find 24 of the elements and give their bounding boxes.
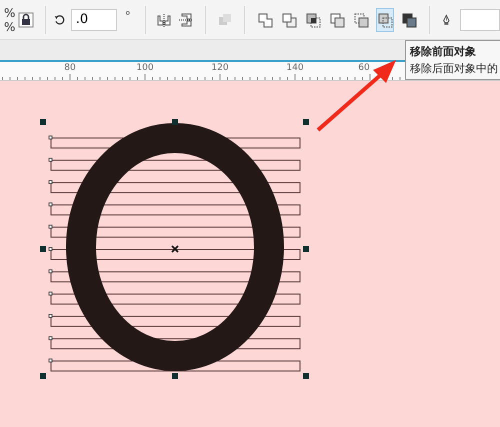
center-marker-icon: [171, 245, 179, 253]
tooltip-title: 移除前面对象: [410, 44, 477, 60]
selection-handle[interactable]: [40, 246, 46, 252]
pen-nib-icon[interactable]: [441, 12, 452, 28]
degree-unit: °: [124, 8, 131, 22]
selection-handle[interactable]: [172, 373, 178, 379]
tooltip-text: 移除后面对象中的: [410, 61, 499, 77]
ruler-label: 60: [358, 63, 370, 73]
ruler-label: 80: [64, 63, 76, 73]
selection-handle[interactable]: [40, 119, 46, 125]
selection-handle[interactable]: [303, 119, 309, 125]
selection-handle[interactable]: [303, 373, 309, 379]
outline-width-field[interactable]: [460, 8, 500, 30]
percent-label: %: [4, 6, 16, 20]
rotation-field[interactable]: .0: [70, 8, 117, 30]
selection-handle[interactable]: [303, 246, 309, 252]
back-minus-front-button[interactable]: [376, 8, 394, 32]
selection-handle[interactable]: [40, 373, 46, 379]
ruler-label: 140: [286, 63, 304, 73]
ruler-label: 120: [211, 63, 229, 73]
ruler-label: 100: [136, 63, 154, 73]
ring-shape[interactable]: [66, 123, 284, 371]
selection-handle[interactable]: [172, 119, 178, 125]
percent-label: %: [4, 20, 16, 34]
